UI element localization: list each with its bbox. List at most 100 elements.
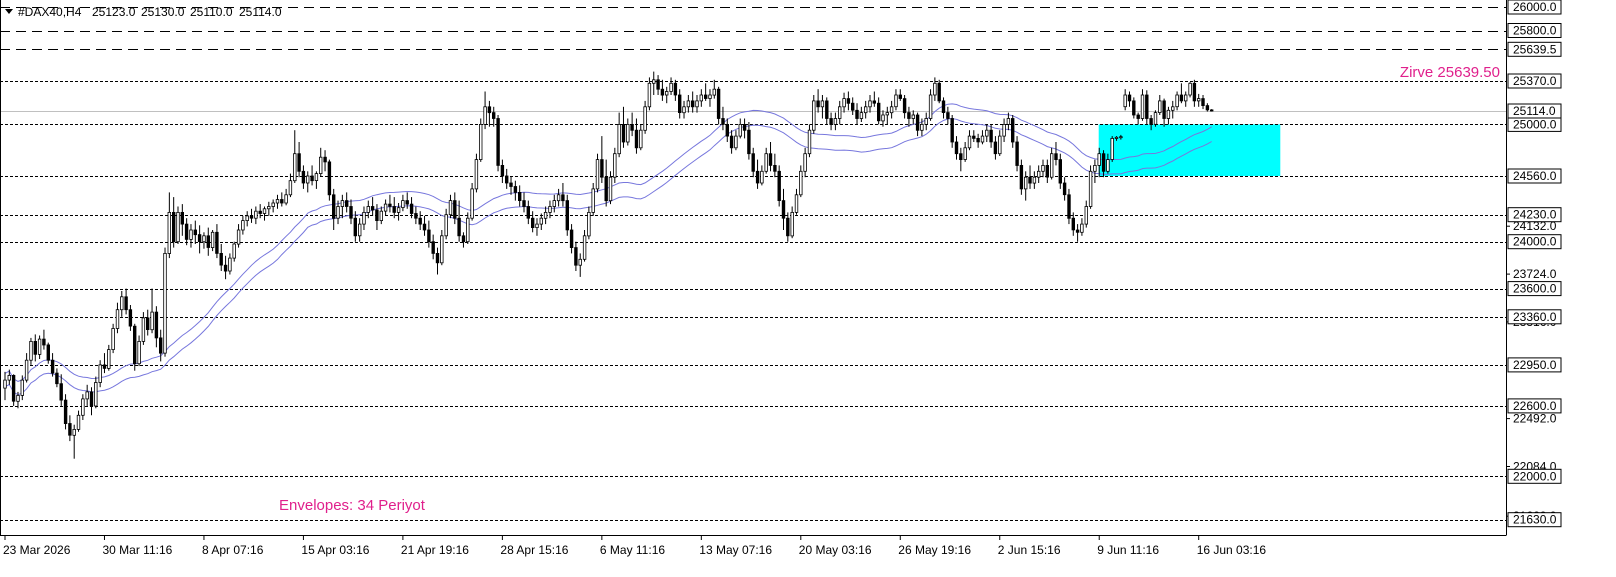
indicator-annotation[interactable]: Envelopes: 34 Periyot [279, 497, 426, 514]
candle-body-down [704, 94, 708, 99]
candle-body-down [422, 223, 427, 231]
candle[interactable] [474, 153, 479, 193]
time-tick-label: 30 Mar 11:16 [103, 543, 173, 557]
candle[interactable] [1153, 110, 1158, 127]
candle-body-up [1097, 153, 1101, 166]
level-price-tag[interactable]: 21630.0 [1507, 512, 1562, 528]
candle[interactable] [1110, 136, 1114, 162]
level-price-tag[interactable]: 25370.0 [1507, 73, 1562, 89]
candle[interactable] [327, 159, 332, 201]
candle-body-down [1205, 105, 1210, 111]
candle-body-up [150, 311, 154, 331]
candle-body-up [1188, 82, 1192, 96]
candle-body-down [993, 141, 998, 155]
candle[interactable] [1188, 82, 1192, 98]
candle-body-down [1192, 82, 1197, 102]
candle[interactable] [565, 194, 569, 236]
candle-body-down [531, 217, 535, 228]
candle[interactable] [937, 79, 941, 104]
level-price-tag[interactable]: 25639.5 [1507, 41, 1562, 57]
candle[interactable] [812, 95, 816, 134]
level-price-tag[interactable]: 24230.0 [1507, 207, 1562, 223]
candle-body-up [293, 153, 297, 182]
candle[interactable] [163, 247, 167, 357]
price-chart[interactable]: 24132.023724.023316.022492.022084.021660… [0, 0, 1616, 577]
candle[interactable] [132, 323, 137, 371]
candle-body-up [1158, 100, 1162, 114]
candle-body-down [959, 153, 963, 160]
level-price-tag-text: 21630.0 [1513, 513, 1557, 527]
candle-body-down [1210, 109, 1214, 112]
candle-body-down [604, 176, 608, 202]
level-price-tag-text: 24230.0 [1513, 208, 1557, 222]
candle-body-down [777, 170, 781, 202]
candle-body-up [1123, 94, 1127, 108]
candle-body-up [1080, 223, 1084, 233]
candle[interactable] [777, 165, 781, 207]
level-price-tag[interactable]: 22000.0 [1507, 468, 1562, 484]
candle-body-down [907, 112, 911, 119]
candle[interactable] [210, 230, 215, 252]
level-price-tag[interactable]: 25000.0 [1507, 116, 1562, 132]
candle-body-down [851, 102, 855, 111]
candle[interactable] [716, 86, 721, 125]
candle[interactable] [11, 374, 16, 406]
candle-body-up [1175, 94, 1179, 108]
time-tick-label: 28 Apr 15:16 [500, 543, 568, 557]
level-price-tag[interactable]: 22600.0 [1507, 398, 1562, 414]
candle-body-up [894, 94, 898, 108]
level-price-tag-text: 25370.0 [1513, 74, 1557, 88]
candle-body-down [569, 229, 574, 249]
candle[interactable] [595, 153, 600, 193]
candle-body-down [937, 82, 941, 102]
level-price-tag-text: 22600.0 [1513, 399, 1557, 413]
candle-body-down [729, 135, 734, 149]
candle-body-down [431, 241, 435, 254]
candle-body-down [50, 359, 55, 374]
ohlc-high: 25130.0 [141, 5, 185, 19]
level-price-tag[interactable]: 26000.0 [1507, 0, 1562, 15]
candle-body-down [180, 211, 184, 225]
candle[interactable] [1132, 97, 1136, 119]
level-price-tag[interactable]: 24000.0 [1507, 234, 1562, 250]
candle-body-up [478, 124, 483, 161]
candle-body-up [812, 100, 816, 131]
candle-body-up [617, 124, 621, 155]
candle[interactable] [470, 183, 474, 221]
candle-body-up [1106, 159, 1110, 172]
level-price-tag[interactable]: 22950.0 [1507, 357, 1562, 373]
candle-body-up [288, 180, 293, 196]
candle-body-up [245, 215, 249, 221]
level-price-tag[interactable]: 24560.0 [1507, 168, 1562, 184]
support-zone-rect[interactable] [1098, 124, 1281, 176]
symbol-bar[interactable]: #DAX40,H4 25123.0 25130.0 25110.0 25114.… [5, 5, 282, 19]
candle-body-up [16, 394, 20, 402]
candle-body-up [362, 211, 366, 225]
level-price-tag[interactable]: 23600.0 [1507, 281, 1562, 297]
level-price-tag[interactable]: 23360.0 [1507, 309, 1562, 325]
candle-body-down [128, 309, 133, 327]
candle-body-down [816, 100, 820, 108]
candle-body-down [1071, 217, 1075, 231]
candle[interactable] [46, 342, 50, 364]
candle-body-up [859, 112, 864, 119]
candle[interactable] [478, 118, 483, 162]
candle[interactable] [496, 115, 500, 172]
candle-body-down [656, 79, 660, 90]
candle-body-up [1088, 170, 1093, 207]
candle-body-up [842, 98, 846, 108]
current-price-tag[interactable]: 25114.0 [1507, 103, 1562, 119]
candle-body-down [461, 235, 466, 243]
candle[interactable] [111, 323, 115, 354]
candle-body-up [72, 428, 76, 436]
peak-annotation[interactable]: Zirve 25639.50 [1400, 64, 1500, 81]
candle-body-up [790, 211, 794, 237]
candle-body-down [600, 159, 604, 178]
candle[interactable] [176, 206, 180, 245]
candle[interactable] [1088, 165, 1093, 209]
candle-body-down [331, 194, 336, 219]
candle-body-up [626, 124, 630, 143]
chart-window[interactable]: 24132.023724.023316.022492.022084.021660… [0, 0, 1616, 577]
level-price-tag[interactable]: 25800.0 [1507, 23, 1562, 38]
ohlc-low: 25110.0 [190, 5, 233, 19]
